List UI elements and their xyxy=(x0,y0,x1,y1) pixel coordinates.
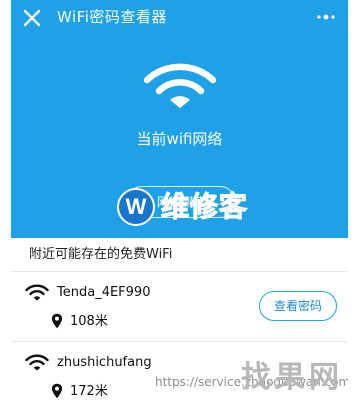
wifi-distance: 172米 xyxy=(70,384,108,399)
watermark-text: 维修客 xyxy=(160,190,249,224)
app-title: WiFi密码查看器 xyxy=(57,8,167,26)
watermark-badge: W xyxy=(117,188,155,226)
location-pin-icon xyxy=(51,383,63,399)
wifi-icon xyxy=(143,63,217,108)
wifi-ssid: Tenda_4EF990 xyxy=(57,285,151,300)
location-pin-icon xyxy=(51,313,63,329)
close-icon[interactable] xyxy=(23,9,41,27)
wifi-list-item[interactable]: Tenda_4EF990 108米 查看密码 xyxy=(11,272,348,342)
wifi-icon xyxy=(25,354,49,371)
wifi-ssid: zhushichufang xyxy=(57,355,152,370)
watermark-site-name: 找果网 xyxy=(241,360,343,395)
view-password-button[interactable]: 查看密码 xyxy=(259,291,337,321)
nearby-section-header: 附近可能存在的免费WiFi xyxy=(11,238,348,272)
nearby-section-title: 附近可能存在的免费WiFi xyxy=(29,247,173,262)
current-network-label: 当前wifi网络 xyxy=(136,130,223,148)
app-screen: WiFi密码查看器 当前wifi网络 网络测速 W 维修客 附近可能存在的免费W… xyxy=(11,0,348,402)
wifi-icon xyxy=(25,284,49,301)
more-icon[interactable] xyxy=(316,12,336,22)
wifi-distance: 108米 xyxy=(70,314,108,329)
top-bar: WiFi密码查看器 xyxy=(11,0,348,36)
